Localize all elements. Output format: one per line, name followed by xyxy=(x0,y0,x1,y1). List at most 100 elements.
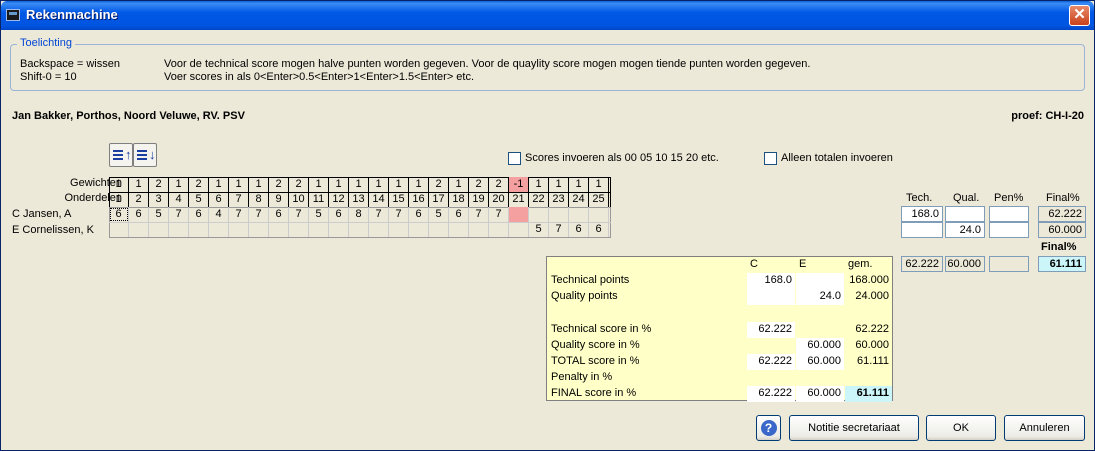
score-cell-c[interactable]: 6 xyxy=(189,207,209,222)
score-cell-c[interactable]: 7 xyxy=(489,207,509,222)
score-cell-e[interactable] xyxy=(469,222,489,237)
tech-e-field[interactable] xyxy=(901,222,943,238)
judge-name-e: E Cornelissen, K xyxy=(12,224,94,236)
weight-cell: 1 xyxy=(349,177,369,192)
score-cell-e[interactable]: 6 xyxy=(569,222,589,237)
score-cell-e[interactable] xyxy=(449,222,469,237)
part-cell: 25 xyxy=(589,192,609,207)
score-cell-c[interactable] xyxy=(529,207,549,222)
summary-cell-gem xyxy=(845,370,892,386)
score-cell-e[interactable] xyxy=(409,222,429,237)
score-cell-e[interactable]: 7 xyxy=(549,222,569,237)
ok-button[interactable]: OK xyxy=(926,415,996,441)
final-c-field: 62.222 xyxy=(1038,206,1086,222)
score-cell-e[interactable] xyxy=(209,222,229,237)
part-cell: 21 xyxy=(509,192,529,207)
score-cell-c[interactable] xyxy=(509,207,529,222)
title-bar: Rekenmachine ✕ xyxy=(1,1,1094,30)
score-cell-c[interactable]: 7 xyxy=(469,207,489,222)
score-cell-c[interactable]: 7 xyxy=(369,207,389,222)
score-cell-e[interactable] xyxy=(109,222,129,237)
summary-header-gem: gem. xyxy=(848,258,873,270)
sort-descending-button[interactable]: ↓ xyxy=(133,143,157,167)
score-cell-e[interactable] xyxy=(389,222,409,237)
score-cell-c[interactable]: 6 xyxy=(129,207,149,222)
weight-cell: 1 xyxy=(589,177,609,192)
score-cell-e[interactable] xyxy=(269,222,289,237)
summary-cell-gem: 60.000 xyxy=(855,339,889,351)
summary-cell-gem: 168.000 xyxy=(849,274,889,286)
qual-e-field[interactable]: 24.0 xyxy=(945,222,985,238)
score-cell-c[interactable]: 5 xyxy=(149,207,169,222)
score-cell-c[interactable] xyxy=(569,207,589,222)
weight-cell: 2 xyxy=(429,177,449,192)
score-cell-c[interactable]: 5 xyxy=(309,207,329,222)
col-header-qual: Qual. xyxy=(953,192,980,204)
summary-cell-e: 60.000 xyxy=(796,354,844,370)
score-cell-c[interactable]: 6 xyxy=(269,207,289,222)
rider-info: Jan Bakker, Porthos, Noord Veluwe, RV. P… xyxy=(12,110,245,122)
score-cell-c[interactable]: 6 xyxy=(409,207,429,222)
cancel-label: Annuleren xyxy=(1019,422,1070,434)
score-cell-c[interactable]: 6 xyxy=(109,207,129,222)
score-cell-e[interactable] xyxy=(349,222,369,237)
notitie-secretariaat-button[interactable]: Notitie secretariaat xyxy=(789,415,919,441)
help-button[interactable]: ? xyxy=(756,415,781,441)
score-cell-e[interactable] xyxy=(169,222,189,237)
summary-cell-gem: 62.222 xyxy=(855,323,889,335)
score-cell-c[interactable]: 7 xyxy=(289,207,309,222)
score-cell-c[interactable]: 7 xyxy=(169,207,189,222)
score-cell-c[interactable]: 6 xyxy=(329,207,349,222)
help-group: Toelichting Backspace = wissen Shift-0 =… xyxy=(10,37,1085,91)
score-cell-e[interactable] xyxy=(429,222,449,237)
tech-c-field[interactable]: 168.0 xyxy=(901,206,943,222)
score-cell-e[interactable] xyxy=(289,222,309,237)
help-line-1: Voor de technical score mogen halve punt… xyxy=(164,58,811,70)
weight-cell: 1 xyxy=(529,177,549,192)
summary-cell-e: 60.000 xyxy=(796,338,844,354)
summary-cell-c xyxy=(747,305,795,321)
score-cell-c[interactable]: 6 xyxy=(449,207,469,222)
score-cell-e[interactable] xyxy=(229,222,249,237)
score-cell-c[interactable]: 5 xyxy=(429,207,449,222)
pen-c-field[interactable] xyxy=(989,206,1029,222)
part-cell: 3 xyxy=(149,192,169,207)
score-cell-e[interactable] xyxy=(189,222,209,237)
only-totals-label: Alleen totalen invoeren xyxy=(781,152,893,164)
close-button[interactable]: ✕ xyxy=(1069,5,1090,26)
cancel-button[interactable]: Annuleren xyxy=(1004,415,1085,441)
score-cell-e[interactable] xyxy=(129,222,149,237)
sort-ascending-button[interactable]: ↑ xyxy=(109,143,133,167)
only-totals-checkbox[interactable] xyxy=(764,152,777,165)
score-cell-c[interactable]: 7 xyxy=(389,207,409,222)
pen-e-field[interactable] xyxy=(989,222,1029,238)
score-cell-c[interactable] xyxy=(549,207,569,222)
qual-c-field[interactable] xyxy=(945,206,985,222)
scores-format-checkbox[interactable] xyxy=(508,152,521,165)
score-cell-c[interactable]: 8 xyxy=(349,207,369,222)
final-e-field: 60.000 xyxy=(1038,222,1086,238)
summary-cell-c xyxy=(747,289,795,305)
score-cell-e[interactable] xyxy=(249,222,269,237)
score-cell-c[interactable]: 7 xyxy=(249,207,269,222)
weight-cell: 2 xyxy=(489,177,509,192)
score-cell-e[interactable] xyxy=(509,222,529,237)
score-cell-c[interactable]: 4 xyxy=(209,207,229,222)
score-cell-e[interactable] xyxy=(329,222,349,237)
score-cell-e[interactable]: 6 xyxy=(589,222,609,237)
weight-cell: 2 xyxy=(189,177,209,192)
summary-cell-gem: 24.000 xyxy=(855,290,889,302)
summary-cell-gem: 61.111 xyxy=(856,355,889,367)
score-cell-e[interactable] xyxy=(149,222,169,237)
summary-cell-e xyxy=(796,305,844,321)
score-cell-c[interactable]: 7 xyxy=(229,207,249,222)
summary-row: FINAL score in % 62.222 60.000 61.111 xyxy=(547,386,892,402)
part-cell: 19 xyxy=(469,192,489,207)
score-cell-e[interactable] xyxy=(309,222,329,237)
score-cell-e[interactable]: 5 xyxy=(529,222,549,237)
weight-cell: 1 xyxy=(209,177,229,192)
score-cell-e[interactable] xyxy=(369,222,389,237)
score-cell-c[interactable] xyxy=(589,207,609,222)
score-cell-e[interactable] xyxy=(489,222,509,237)
help-line-2: Voer scores in als 0<Enter>0.5<Enter>1<E… xyxy=(164,71,475,83)
